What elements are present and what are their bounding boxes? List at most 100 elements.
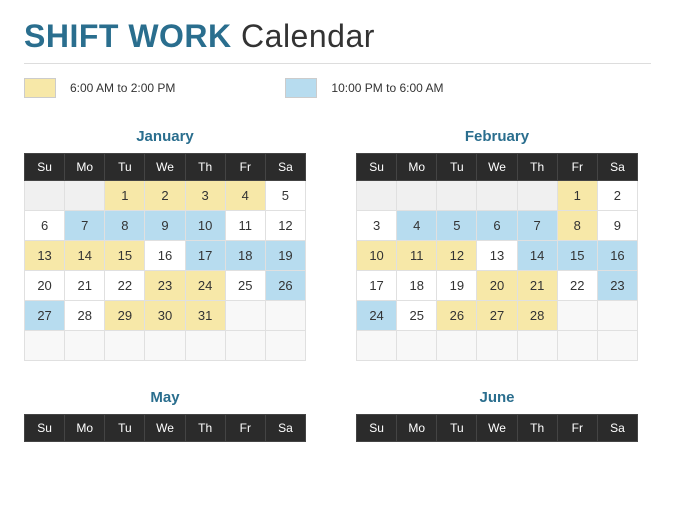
calendar-row: 20212223242526 <box>25 271 306 301</box>
day-header: Fr <box>225 154 265 181</box>
calendar-table: SuMoTuWeThFrSa <box>24 414 306 442</box>
months-row: JanuarySuMoTuWeThFrSa1234567891011121314… <box>24 128 651 361</box>
calendar-cell: 19 <box>437 271 477 301</box>
calendar-cell <box>477 331 517 361</box>
calendar-cell <box>557 301 597 331</box>
day-header: Tu <box>105 415 145 442</box>
calendar-row: 6789101112 <box>25 211 306 241</box>
calendar-cell <box>105 331 145 361</box>
swatch-yellow <box>24 78 56 98</box>
calendar-row <box>25 331 306 361</box>
calendar-cell: 7 <box>65 211 105 241</box>
day-header: Su <box>25 154 65 181</box>
calendar-cell: 25 <box>225 271 265 301</box>
calendar-cell: 9 <box>597 211 637 241</box>
day-header: Tu <box>437 154 477 181</box>
day-header: We <box>145 154 185 181</box>
day-header: Fr <box>225 415 265 442</box>
calendar-row <box>357 331 638 361</box>
day-header: Th <box>517 415 557 442</box>
calendar-cell: 14 <box>65 241 105 271</box>
calendar-cell: 18 <box>397 271 437 301</box>
calendar-cell: 24 <box>185 271 225 301</box>
day-header: Mo <box>397 415 437 442</box>
calendar-cell: 31 <box>185 301 225 331</box>
day-header: We <box>477 415 517 442</box>
day-header: Tu <box>437 415 477 442</box>
calendar-cell: 22 <box>105 271 145 301</box>
month-name: January <box>24 128 306 145</box>
calendar-cell <box>265 301 305 331</box>
day-header: Mo <box>65 154 105 181</box>
calendar-cell: 7 <box>517 211 557 241</box>
calendar-cell: 3 <box>185 181 225 211</box>
calendar-cell: 27 <box>25 301 65 331</box>
calendar-cell: 8 <box>557 211 597 241</box>
day-header: Su <box>25 415 65 442</box>
calendar-row: 12345 <box>25 181 306 211</box>
calendar-cell <box>145 331 185 361</box>
calendar-cell: 26 <box>265 271 305 301</box>
calendar-cell <box>437 181 477 211</box>
calendar-cell: 12 <box>265 211 305 241</box>
calendar-cell <box>597 301 637 331</box>
calendar-cell: 10 <box>185 211 225 241</box>
calendar-cell: 26 <box>437 301 477 331</box>
calendar-row: 3456789 <box>357 211 638 241</box>
calendar-row: 17181920212223 <box>357 271 638 301</box>
calendar-cell: 6 <box>25 211 65 241</box>
calendar-cell: 13 <box>477 241 517 271</box>
day-header: Th <box>185 154 225 181</box>
calendar-cell <box>25 181 65 211</box>
calendar-cell: 11 <box>225 211 265 241</box>
calendar-cell: 23 <box>597 271 637 301</box>
legend-item-blue: 10:00 PM to 6:00 AM <box>285 78 443 98</box>
day-header: We <box>477 154 517 181</box>
day-header: Fr <box>557 415 597 442</box>
calendar-row: 2425262728 <box>357 301 638 331</box>
calendar-cell: 24 <box>357 301 397 331</box>
calendar-cell <box>557 331 597 361</box>
day-header: Sa <box>597 415 637 442</box>
calendar-cell: 2 <box>597 181 637 211</box>
month-name: June <box>356 389 638 406</box>
calendar-cell <box>357 331 397 361</box>
calendar-cell: 5 <box>437 211 477 241</box>
calendar-cell: 16 <box>597 241 637 271</box>
calendar-cell: 21 <box>65 271 105 301</box>
swatch-blue <box>285 78 317 98</box>
calendar-cell: 2 <box>145 181 185 211</box>
calendar-table: SuMoTuWeThFrSa12345678910111213141516171… <box>24 153 306 361</box>
legend-item-yellow: 6:00 AM to 2:00 PM <box>24 78 175 98</box>
calendar-cell: 25 <box>397 301 437 331</box>
months-row: MaySuMoTuWeThFrSaJuneSuMoTuWeThFrSa <box>24 389 651 442</box>
calendar-cell <box>397 181 437 211</box>
calendar-cell: 8 <box>105 211 145 241</box>
calendar-cell: 23 <box>145 271 185 301</box>
calendar-cell: 1 <box>557 181 597 211</box>
calendar-cell: 3 <box>357 211 397 241</box>
day-header: Mo <box>65 415 105 442</box>
calendar-cell: 17 <box>185 241 225 271</box>
legend: 6:00 AM to 2:00 PM 10:00 PM to 6:00 AM <box>24 78 651 98</box>
calendar-cell <box>225 331 265 361</box>
title-rest: Calendar <box>241 18 375 54</box>
calendar-cell <box>517 181 557 211</box>
calendar-table: SuMoTuWeThFrSa12345678910111213141516171… <box>356 153 638 361</box>
calendar-cell: 19 <box>265 241 305 271</box>
calendar-cell <box>65 331 105 361</box>
calendar-cell: 4 <box>225 181 265 211</box>
calendar-cell: 13 <box>25 241 65 271</box>
month-may: MaySuMoTuWeThFrSa <box>24 389 306 442</box>
calendar-cell <box>25 331 65 361</box>
day-header: Tu <box>105 154 145 181</box>
calendar-cell: 21 <box>517 271 557 301</box>
calendar-cell: 30 <box>145 301 185 331</box>
calendar-cell <box>397 331 437 361</box>
calendar-cell: 4 <box>397 211 437 241</box>
calendar-cell: 12 <box>437 241 477 271</box>
calendar-cell: 11 <box>397 241 437 271</box>
month-name: February <box>356 128 638 145</box>
calendar-cell: 28 <box>517 301 557 331</box>
month-june: JuneSuMoTuWeThFrSa <box>356 389 638 442</box>
